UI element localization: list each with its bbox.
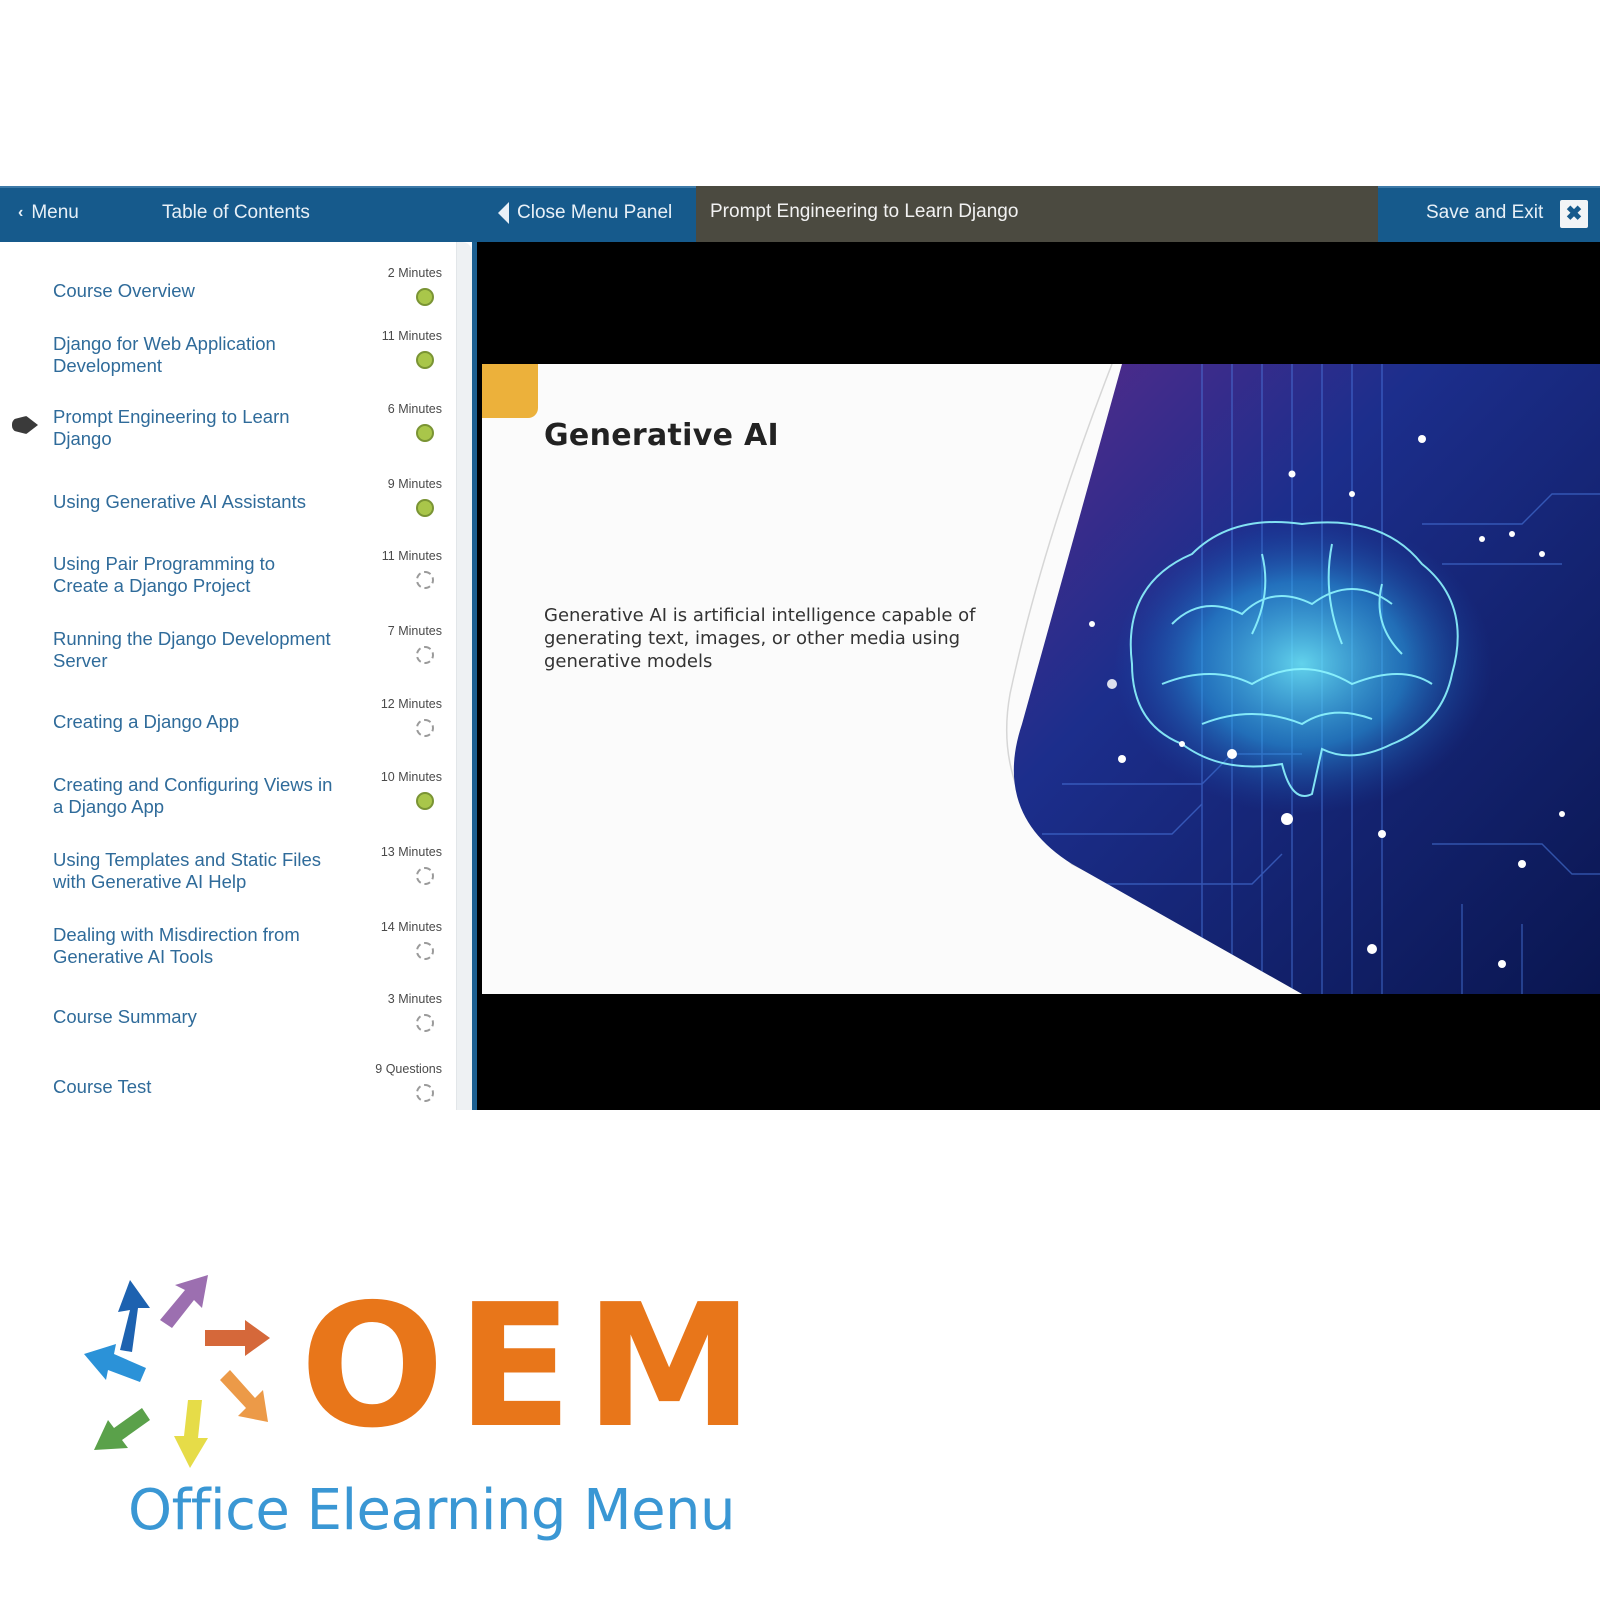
oem-logo: OEM Office Elearning Menu	[80, 1270, 754, 1550]
close-icon[interactable]: ✖	[1560, 200, 1588, 228]
menu-button[interactable]: ‹ Menu	[18, 202, 79, 224]
toc-item-label: Dealing with Misdirection from Generativ…	[53, 924, 300, 967]
status-not-started-icon	[416, 867, 434, 885]
table-of-contents: Course Overview 2 Minutes Django for Web A…	[0, 242, 472, 1110]
toc-item-label: Using Pair Programming to Create a Djang…	[53, 553, 276, 596]
toc-item-label: Prompt Engineering to Learn Django	[53, 406, 290, 449]
triangle-left-icon	[498, 202, 509, 224]
lesson-title: Prompt Engineering to Learn Django	[710, 201, 1019, 222]
close-menu-panel-button[interactable]: Close Menu Panel	[498, 202, 672, 224]
status-complete-icon	[416, 792, 434, 810]
status-not-started-icon	[416, 719, 434, 737]
toc-item-label: Using Generative AI Assistants	[53, 491, 306, 512]
status-complete-icon	[416, 424, 434, 442]
chevron-left-icon: ‹	[18, 204, 24, 221]
toc-item[interactable]: Prompt Engineering to Learn Django 6 Minu…	[0, 392, 456, 456]
toc-item-duration: 14 Minutes	[380, 920, 442, 934]
toc-item-label: Using Templates and Static Files with Ge…	[53, 849, 322, 892]
toc-item[interactable]: Using Pair Programming to Create a Djang…	[0, 539, 456, 603]
toc-item-duration: 9 Questions	[375, 1062, 442, 1076]
toc-item[interactable]: Dealing with Misdirection from Generativ…	[0, 910, 456, 974]
toc-item-duration: 7 Minutes	[387, 624, 442, 638]
circular-arrows-icon	[84, 1275, 270, 1468]
toc-item-label: Creating and Configuring Views in a Djan…	[53, 774, 333, 817]
logo-tagline: Office Elearning Menu	[128, 1478, 736, 1543]
current-item-marker-icon	[12, 416, 38, 434]
toc-item-label: Django for Web Application Development	[53, 333, 276, 376]
menu-label: Menu	[31, 202, 79, 223]
status-complete-icon	[416, 351, 434, 369]
logo-wordmark: OEM	[300, 1268, 766, 1466]
brain-circuit-image	[1005, 364, 1600, 994]
status-not-started-icon	[416, 942, 434, 960]
status-not-started-icon	[416, 646, 434, 664]
status-not-started-icon	[416, 571, 434, 589]
toc-item-label: Course Test	[53, 1076, 152, 1097]
toc-item[interactable]: Creating and Configuring Views in a Djan…	[0, 760, 456, 824]
toc-item[interactable]: Using Generative AI Assistants 9 Minutes	[0, 467, 456, 531]
lesson-title-bar: Prompt Engineering to Learn Django	[696, 186, 1378, 242]
toc-item[interactable]: Course Summary 3 Minutes	[0, 982, 456, 1046]
save-exit-area: Save and Exit ✖	[1378, 186, 1600, 242]
status-not-started-icon	[416, 1084, 434, 1102]
toc-item-label: Creating a Django App	[53, 711, 240, 732]
toc-item-label: Course Summary	[53, 1006, 197, 1027]
toc-item[interactable]: Creating a Django App 12 Minutes	[0, 687, 456, 751]
save-and-exit-button[interactable]: Save and Exit	[1426, 202, 1543, 224]
toc-item-duration: 3 Minutes	[387, 992, 442, 1006]
toc-item-duration: 2 Minutes	[387, 266, 442, 280]
status-complete-icon	[416, 288, 434, 306]
toc-item[interactable]: Running the Django Development Server 7 M…	[0, 614, 456, 678]
toc-item-duration: 11 Minutes	[381, 549, 442, 563]
slide-accent-tab	[482, 364, 538, 418]
status-not-started-icon	[416, 1014, 434, 1032]
toc-scrollbar[interactable]	[456, 242, 472, 1110]
toc-item-label: Course Overview	[53, 280, 195, 301]
toc-item[interactable]: Using Templates and Static Files with Ge…	[0, 835, 456, 899]
menu-panel-header: ‹ Menu Table of Contents Close Menu Pane…	[0, 186, 696, 242]
toc-item[interactable]: Django for Web Application Development 11…	[0, 319, 456, 383]
status-complete-icon	[416, 499, 434, 517]
toc-title: Table of Contents	[162, 202, 310, 223]
toc-item-duration: 12 Minutes	[380, 697, 442, 711]
toc-item-duration: 13 Minutes	[380, 845, 442, 859]
slide-body: Generative AI is artificial intelligence…	[544, 605, 976, 672]
slide-viewer: Generative AI Generative AI is artificia…	[472, 242, 1600, 1110]
toc-item-label: Running the Django Development Server	[53, 628, 331, 671]
toc-item-duration: 11 Minutes	[381, 329, 442, 343]
slide: Generative AI Generative AI is artificia…	[482, 364, 1600, 994]
close-menu-panel-label: Close Menu Panel	[517, 202, 673, 223]
toc-item[interactable]: Course Test 9 Questions	[0, 1052, 456, 1116]
slide-title: Generative AI	[544, 418, 779, 453]
toc-item-duration: 10 Minutes	[380, 770, 442, 784]
top-bar: ‹ Menu Table of Contents Close Menu Pane…	[0, 186, 1600, 242]
toc-item-duration: 9 Minutes	[387, 477, 442, 491]
toc-item[interactable]: Course Overview 2 Minutes	[0, 256, 456, 320]
toc-item-duration: 6 Minutes	[387, 402, 442, 416]
course-player: ‹ Menu Table of Contents Close Menu Pane…	[0, 186, 1600, 1110]
